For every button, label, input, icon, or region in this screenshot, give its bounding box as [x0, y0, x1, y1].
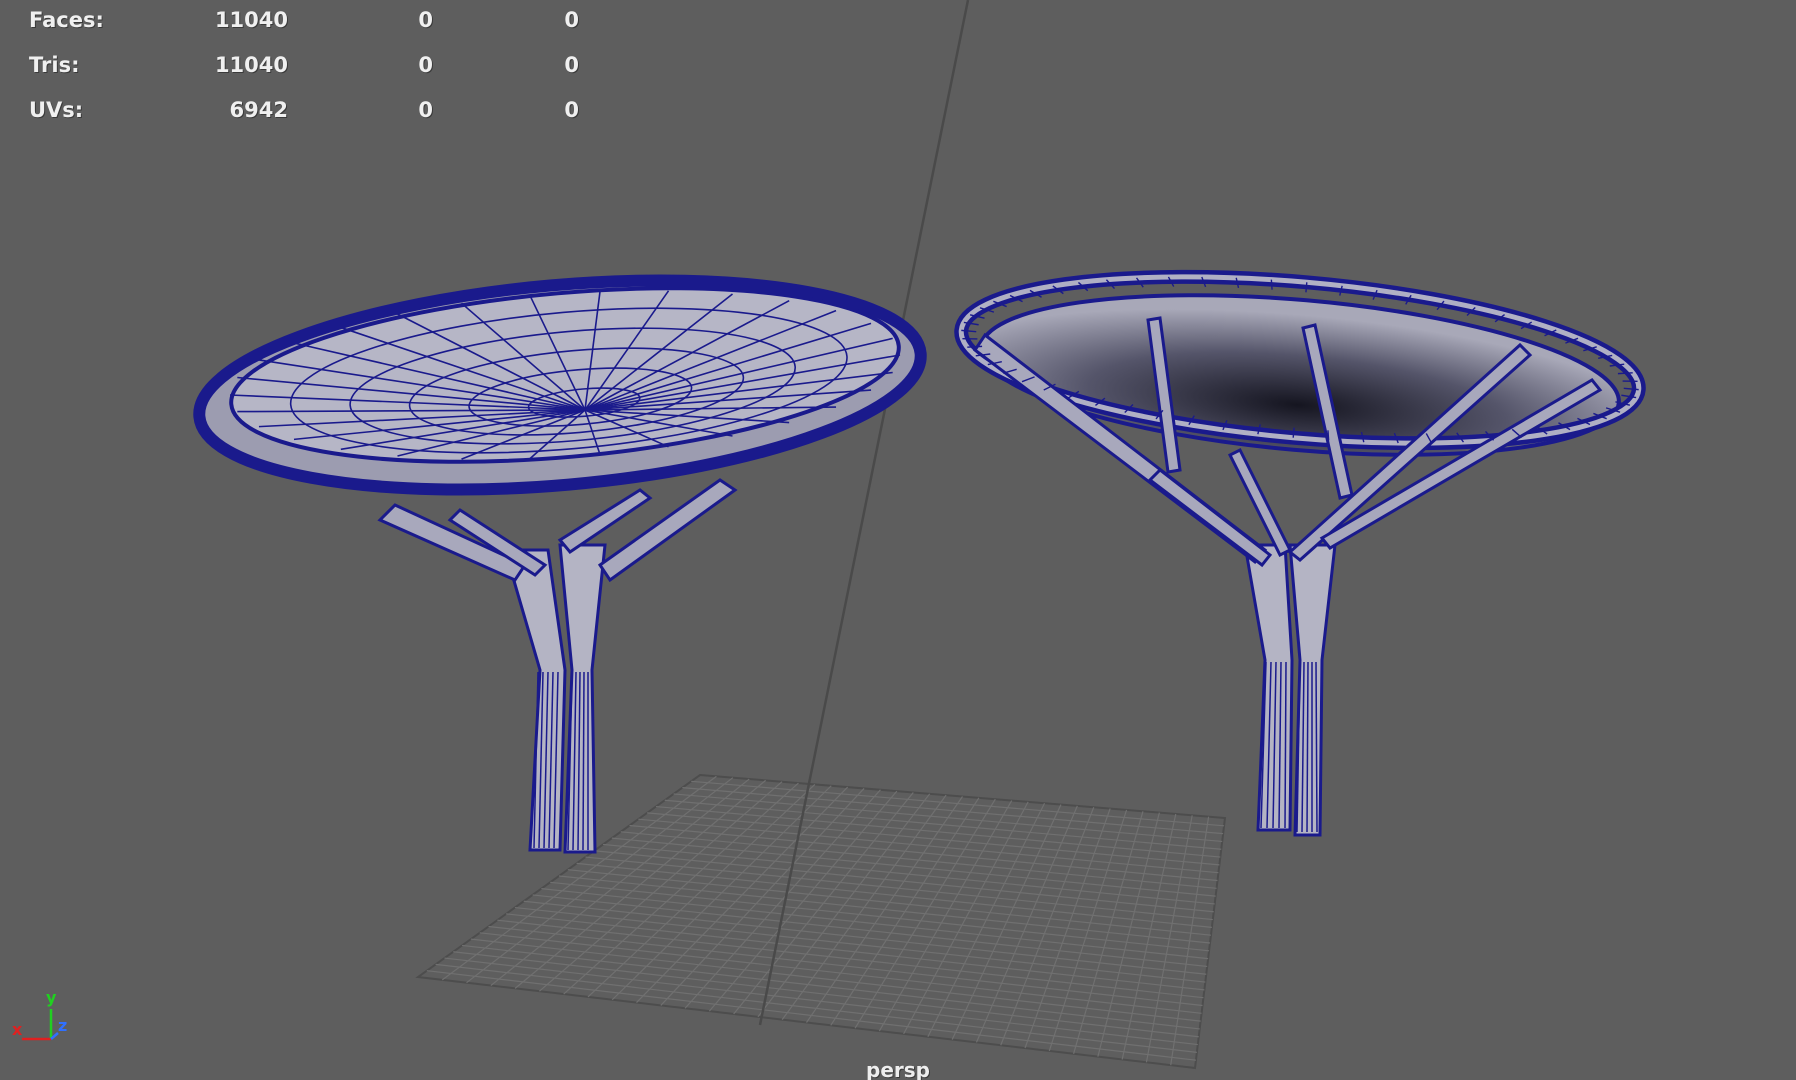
right-canopy-model[interactable] — [954, 253, 1646, 837]
hud-value: 6942 — [229, 98, 288, 122]
hud-label: Faces: — [29, 8, 104, 32]
axis-z-label: z — [58, 1016, 67, 1035]
axis-y-label: y — [46, 988, 57, 1007]
left-canopy-legs — [377, 478, 738, 854]
hud-value: 0 — [418, 8, 433, 32]
right-canopy-inner — [979, 293, 1621, 457]
ground-grid — [415, 0, 1227, 1070]
hud-label: Tris: — [29, 53, 80, 77]
perspective-viewport[interactable]: Faces: 11040 0 0 Tris: 11040 0 0 UVs: 69… — [0, 0, 1796, 1080]
hud-value: 0 — [418, 53, 433, 77]
left-canopy-surface — [229, 286, 901, 464]
hud-row-faces: Faces: 11040 0 0 — [0, 8, 640, 38]
camera-name-label: persp — [866, 1058, 930, 1080]
hud-row-tris: Tris: 11040 0 0 — [0, 53, 640, 83]
left-canopy-model[interactable] — [191, 254, 930, 854]
hud-value: 0 — [418, 98, 433, 122]
hud-label: UVs: — [29, 98, 84, 122]
axis-x-label: x — [12, 1020, 23, 1039]
hud-value: 0 — [564, 98, 579, 122]
right-canopy-legs — [1243, 543, 1337, 837]
scene-canvas[interactable] — [0, 0, 1796, 1080]
hud-value: 11040 — [214, 53, 288, 77]
hud-row-uvs: UVs: 6942 0 0 — [0, 98, 640, 128]
hud-value: 0 — [564, 8, 579, 32]
heads-up-poly-count: Faces: 11040 0 0 Tris: 11040 0 0 UVs: 69… — [0, 0, 640, 130]
hud-value: 11040 — [214, 8, 288, 32]
axis-gizmo: y x z — [12, 988, 67, 1041]
hud-value: 0 — [564, 53, 579, 77]
